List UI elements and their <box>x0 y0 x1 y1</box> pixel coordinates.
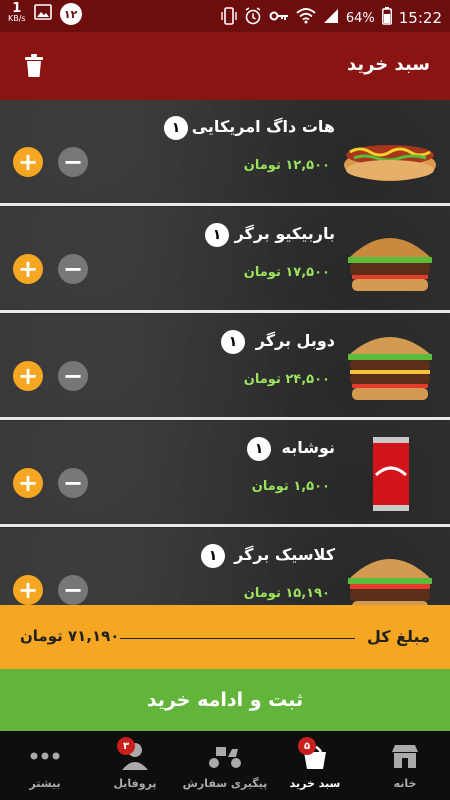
trash-icon[interactable] <box>24 54 44 82</box>
nav-order-tracking[interactable]: پیگیری سفارش <box>180 731 270 800</box>
burger-image <box>340 217 440 303</box>
item-quantity-badge: ۱ <box>164 116 188 140</box>
nav-home-label: خانه <box>393 777 417 790</box>
minus-icon: − <box>62 148 84 176</box>
nav-profile[interactable]: ۳ پروفایل <box>90 731 180 800</box>
item-quantity-badge: ۱ <box>201 544 225 568</box>
increase-quantity-button[interactable]: + <box>13 468 43 498</box>
decrease-quantity-button[interactable]: − <box>58 254 88 284</box>
wifi-icon <box>296 8 316 28</box>
item-price: ۱,۵۰۰ تومان <box>251 479 330 494</box>
double-burger-image <box>340 324 440 410</box>
cart-list[interactable]: هات داگ امریکایی ۱ ۱۲,۵۰۰ تومان + − بارب… <box>0 100 450 605</box>
gallery-icon <box>33 4 52 24</box>
minus-icon: − <box>62 362 84 390</box>
item-name: نوشابه <box>281 438 336 457</box>
minus-icon: − <box>62 576 84 604</box>
item-quantity-badge: ۱ <box>221 330 245 354</box>
item-name: کلاسیک برگر <box>234 545 335 564</box>
clock-time: 15:22 <box>398 9 442 27</box>
decrease-quantity-button[interactable]: − <box>58 468 88 498</box>
increase-quantity-button[interactable]: + <box>13 147 43 177</box>
classic-burger-image <box>340 538 440 605</box>
cart-item-classic-burger: کلاسیک برگر ۱ ۱۵,۱۹۰ تومان + − <box>0 528 450 605</box>
plus-icon: + <box>17 148 39 176</box>
item-name: باربیکیو برگر <box>234 224 335 243</box>
decrease-quantity-button[interactable]: − <box>58 147 88 177</box>
nav-cart[interactable]: ۵ سبد خرید <box>270 731 360 800</box>
nav-profile-label: پروفایل <box>113 777 157 790</box>
checkout-button[interactable]: ثبت و ادامه خرید <box>0 669 450 731</box>
nav-more-label: بیشتر <box>29 777 61 790</box>
decrease-quantity-button[interactable]: − <box>58 361 88 391</box>
minus-icon: − <box>62 469 84 497</box>
more-icon <box>30 741 60 771</box>
notification-count-badge: ۱۲ <box>59 3 82 25</box>
item-price: ۱۵,۱۹۰ تومان <box>243 586 330 601</box>
plus-icon: + <box>17 576 39 604</box>
network-speed: 1 KB/s <box>8 1 26 24</box>
item-name: دوبل برگر <box>255 331 335 350</box>
nav-home[interactable]: خانه <box>360 731 450 800</box>
nav-order-tracking-label: پیگیری سفارش <box>182 777 268 790</box>
store-icon <box>390 741 420 771</box>
hotdog-image <box>340 110 440 196</box>
total-bar: مبلغ کل ۷۱,۱۹۰ تومان <box>0 605 450 669</box>
page-title: سبد خرید <box>346 54 430 75</box>
item-name: هات داگ امریکایی <box>191 117 335 136</box>
item-price: ۱۲,۵۰۰ تومان <box>243 158 330 173</box>
item-price: ۱۷,۵۰۰ تومان <box>243 265 330 280</box>
decrease-quantity-button[interactable]: − <box>58 575 88 605</box>
scooter-icon <box>206 741 244 771</box>
total-divider <box>120 638 355 639</box>
cola-can-image <box>340 431 440 517</box>
cart-item-hotdog: هات داگ امریکایی ۱ ۱۲,۵۰۰ تومان + − <box>0 100 450 206</box>
increase-quantity-button[interactable]: + <box>13 254 43 284</box>
app-header: سبد خرید <box>0 32 450 100</box>
battery-percent: 64% <box>345 10 375 26</box>
alarm-icon <box>244 7 262 29</box>
plus-icon: + <box>17 469 39 497</box>
item-quantity-badge: ۱ <box>205 223 229 247</box>
total-amount: ۷۱,۱۹۰ تومان <box>20 627 120 645</box>
nav-more[interactable]: بیشتر <box>0 731 90 800</box>
battery-icon <box>381 7 392 29</box>
network-speed-unit: KB/s <box>8 14 26 23</box>
cell-signal-icon <box>323 8 339 28</box>
increase-quantity-button[interactable]: + <box>13 361 43 391</box>
plus-icon: + <box>17 362 39 390</box>
vibrate-icon <box>221 7 237 29</box>
total-label: مبلغ کل <box>366 627 430 646</box>
cart-item-bbq-burger: باربیکیو برگر ۱ ۱۷,۵۰۰ تومان + − <box>0 207 450 313</box>
cart-item-soda: نوشابه ۱ ۱,۵۰۰ تومان + − <box>0 421 450 527</box>
vpn-key-icon <box>269 10 289 26</box>
bottom-nav: خانه ۵ سبد خرید پیگیری سفارش ۳ پروفایل ب… <box>0 731 450 800</box>
status-bar: 1 KB/s ۱۲ 64% 15:22 <box>0 0 450 32</box>
item-quantity-badge: ۱ <box>247 437 271 461</box>
item-price: ۲۴,۵۰۰ تومان <box>243 372 330 387</box>
profile-badge: ۳ <box>117 737 135 755</box>
nav-cart-label: سبد خرید <box>289 777 341 790</box>
cart-item-double-burger: دوبل برگر ۱ ۲۴,۵۰۰ تومان + − <box>0 314 450 420</box>
minus-icon: − <box>62 255 84 283</box>
increase-quantity-button[interactable]: + <box>13 575 43 605</box>
plus-icon: + <box>17 255 39 283</box>
cart-count-badge: ۵ <box>298 737 316 755</box>
network-speed-value: 1 <box>12 1 22 16</box>
